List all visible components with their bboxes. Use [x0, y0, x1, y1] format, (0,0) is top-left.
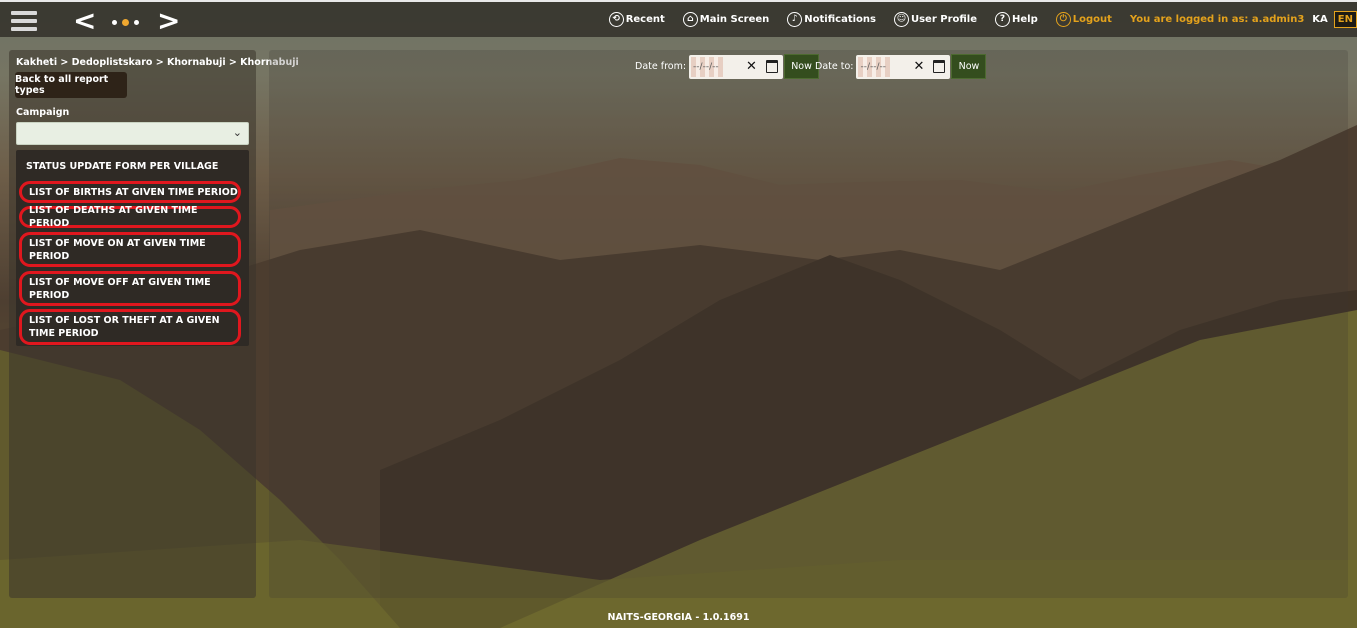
language-en[interactable]: EN — [1333, 11, 1357, 28]
date-to-value: --/--/-- — [860, 61, 887, 72]
report-item-move-off[interactable]: LIST OF MOVE OFF AT GIVEN TIME PERIOD — [19, 271, 241, 306]
report-type-list: STATUS UPDATE FORM PER VILLAGE LIST OF B… — [16, 150, 249, 346]
menu-recent-label: Recent — [625, 14, 665, 25]
campaign-select[interactable]: ⌄ — [16, 122, 249, 145]
report-item-lost-or-theft[interactable]: LIST OF LOST OR THEFT AT A GIVEN TIME PE… — [19, 309, 241, 345]
date-from-value: --/--/-- — [693, 61, 719, 72]
date-to-clear-icon[interactable]: ✕ — [913, 59, 924, 74]
footer-version: NAITS-GEORGIA - 1.0.1691 — [607, 612, 750, 623]
logged-in-user-text: You are logged in as: a.admin3 — [1129, 14, 1305, 25]
nav-back-icon[interactable]: < — [73, 7, 96, 35]
logout-button[interactable]: ⏻ Logout — [1055, 12, 1112, 27]
report-item-deaths[interactable]: LIST OF DEATHS AT GIVEN TIME PERIOD — [19, 205, 241, 229]
report-item-move-on[interactable]: LIST OF MOVE ON AT GIVEN TIME PERIOD — [19, 232, 241, 267]
menu-notifications-label: Notifications — [804, 14, 876, 25]
menu-user-profile-label: User Profile — [910, 14, 977, 25]
top-menu: ⟲ Recent ⌂ Main Screen ♪ Notifications ☺… — [608, 2, 1357, 37]
date-to-label: Date to: — [815, 61, 854, 72]
menu-main-screen[interactable]: ⌂ Main Screen — [682, 12, 770, 27]
report-content-area: Date from: --/--/-- ✕ Now Date to: --/--… — [269, 50, 1348, 598]
power-icon: ⏻ — [1055, 12, 1071, 27]
date-from-group: Date from: --/--/-- ✕ Now — [635, 54, 820, 79]
report-item-status-update[interactable]: STATUS UPDATE FORM PER VILLAGE — [19, 156, 241, 176]
menu-recent[interactable]: ⟲ Recent — [608, 12, 665, 27]
nav-history-dots — [110, 19, 140, 27]
report-sidebar: Kakheti > Dedoplistskaro > Khornabuji > … — [9, 50, 299, 598]
campaign-label: Campaign — [16, 107, 70, 118]
nav-forward-icon[interactable]: > — [157, 7, 180, 35]
back-to-report-types-button[interactable]: Back to all report types — [15, 72, 127, 98]
chevron-down-icon: ⌄ — [232, 126, 242, 139]
date-to-group: Date to: --/--/-- ✕ Now — [815, 54, 987, 79]
language-ka[interactable]: KA — [1312, 14, 1328, 25]
recent-icon: ⟲ — [608, 12, 624, 27]
menu-main-screen-label: Main Screen — [699, 14, 770, 25]
menu-user-profile[interactable]: ☺ User Profile — [893, 12, 977, 27]
hamburger-menu-icon[interactable] — [11, 11, 37, 32]
date-from-now-button[interactable]: Now — [784, 54, 820, 79]
help-icon: ? — [995, 12, 1010, 27]
date-from-calendar-icon[interactable] — [766, 59, 779, 73]
user-icon: ☺ — [893, 12, 909, 27]
report-item-births[interactable]: LIST OF BIRTHS AT GIVEN TIME PERIOD — [19, 181, 241, 203]
bell-icon: ♪ — [787, 12, 803, 27]
menu-help-label: Help — [1012, 14, 1038, 25]
menu-help[interactable]: ? Help — [995, 12, 1038, 27]
top-navigation-bar: < > ⟲ Recent ⌂ Main Screen ♪ Notificatio… — [0, 0, 1357, 37]
date-from-input[interactable]: --/--/-- ✕ — [689, 54, 784, 79]
home-icon: ⌂ — [682, 12, 698, 27]
date-from-clear-icon[interactable]: ✕ — [746, 59, 757, 74]
menu-notifications[interactable]: ♪ Notifications — [787, 12, 876, 27]
date-to-now-button[interactable]: Now — [951, 54, 987, 79]
date-from-label: Date from: — [635, 61, 687, 72]
date-to-input[interactable]: --/--/-- ✕ — [856, 54, 951, 79]
date-to-calendar-icon[interactable] — [933, 59, 946, 73]
breadcrumb: Kakheti > Dedoplistskaro > Khornabuji > … — [16, 57, 299, 68]
logout-label: Logout — [1072, 14, 1112, 25]
